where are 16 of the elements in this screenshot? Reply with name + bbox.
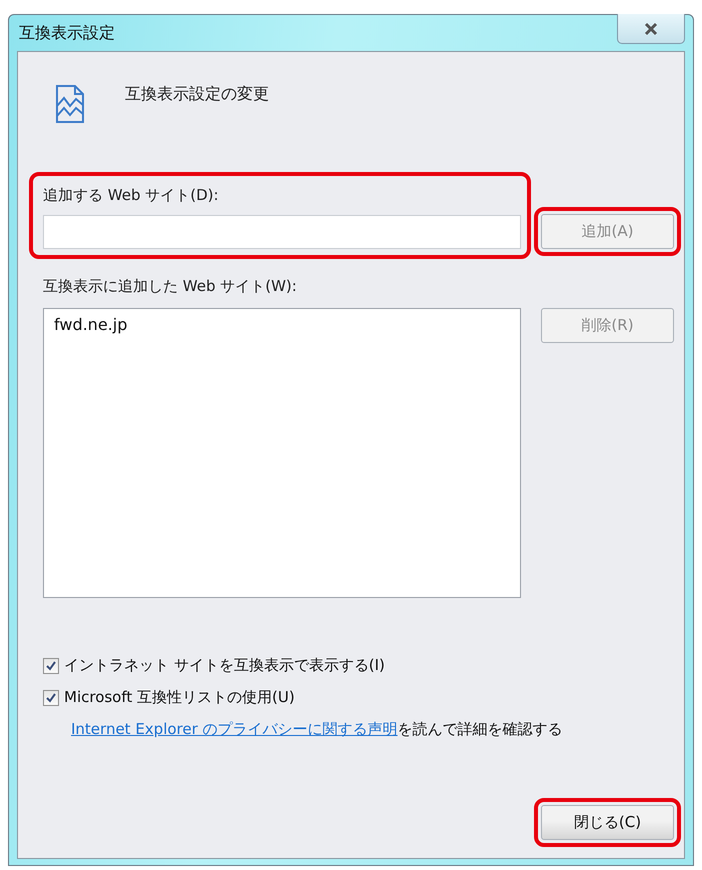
checkbox-label: Microsoft 互換性リストの使用(U)	[64, 688, 295, 707]
privacy-link[interactable]: Internet Explorer のプライバシーに関する声明	[71, 720, 398, 738]
website-input-field[interactable]	[43, 215, 521, 249]
checkbox[interactable]	[43, 690, 59, 706]
list-label: 互換表示に追加した Web サイト(W):	[43, 277, 298, 296]
window-title: 互換表示設定	[18, 22, 115, 44]
close-icon	[643, 22, 659, 36]
page-icon	[55, 84, 85, 124]
field-label: 追加する Web サイト(D):	[43, 186, 220, 205]
checkbox-label: イントラネット サイトを互換表示で表示する(I)	[64, 656, 385, 675]
website-list-item[interactable]: fwd.ne.jp	[54, 315, 128, 334]
checkbox[interactable]	[43, 658, 59, 674]
close-button[interactable]	[617, 14, 685, 44]
close-dialog-button[interactable]: 閉じる(C)	[541, 805, 674, 840]
dialog-heading: 互換表示設定の変更	[125, 84, 269, 105]
privacy-text: を読んで詳細を確認する	[398, 720, 563, 738]
